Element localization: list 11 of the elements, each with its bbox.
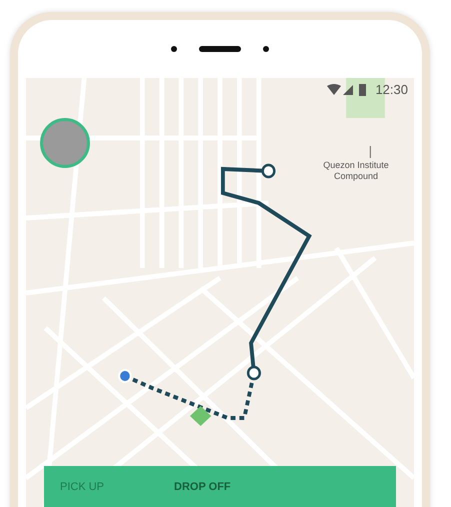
clock-time: 12:30 xyxy=(375,82,408,97)
waypoint-icon xyxy=(246,366,261,380)
speaker-icon xyxy=(199,46,241,52)
trip-tab[interactable]: DROP OFF xyxy=(174,481,231,493)
destination-marker-icon xyxy=(190,406,212,426)
location-dot-icon xyxy=(118,369,132,383)
place-label: Quezon Institute Compound xyxy=(322,160,390,182)
camera-icon xyxy=(171,46,177,52)
trip-tab[interactable]: PICK UP xyxy=(60,481,104,493)
sensor-icon xyxy=(263,46,269,52)
waypoint-icon xyxy=(261,164,276,178)
